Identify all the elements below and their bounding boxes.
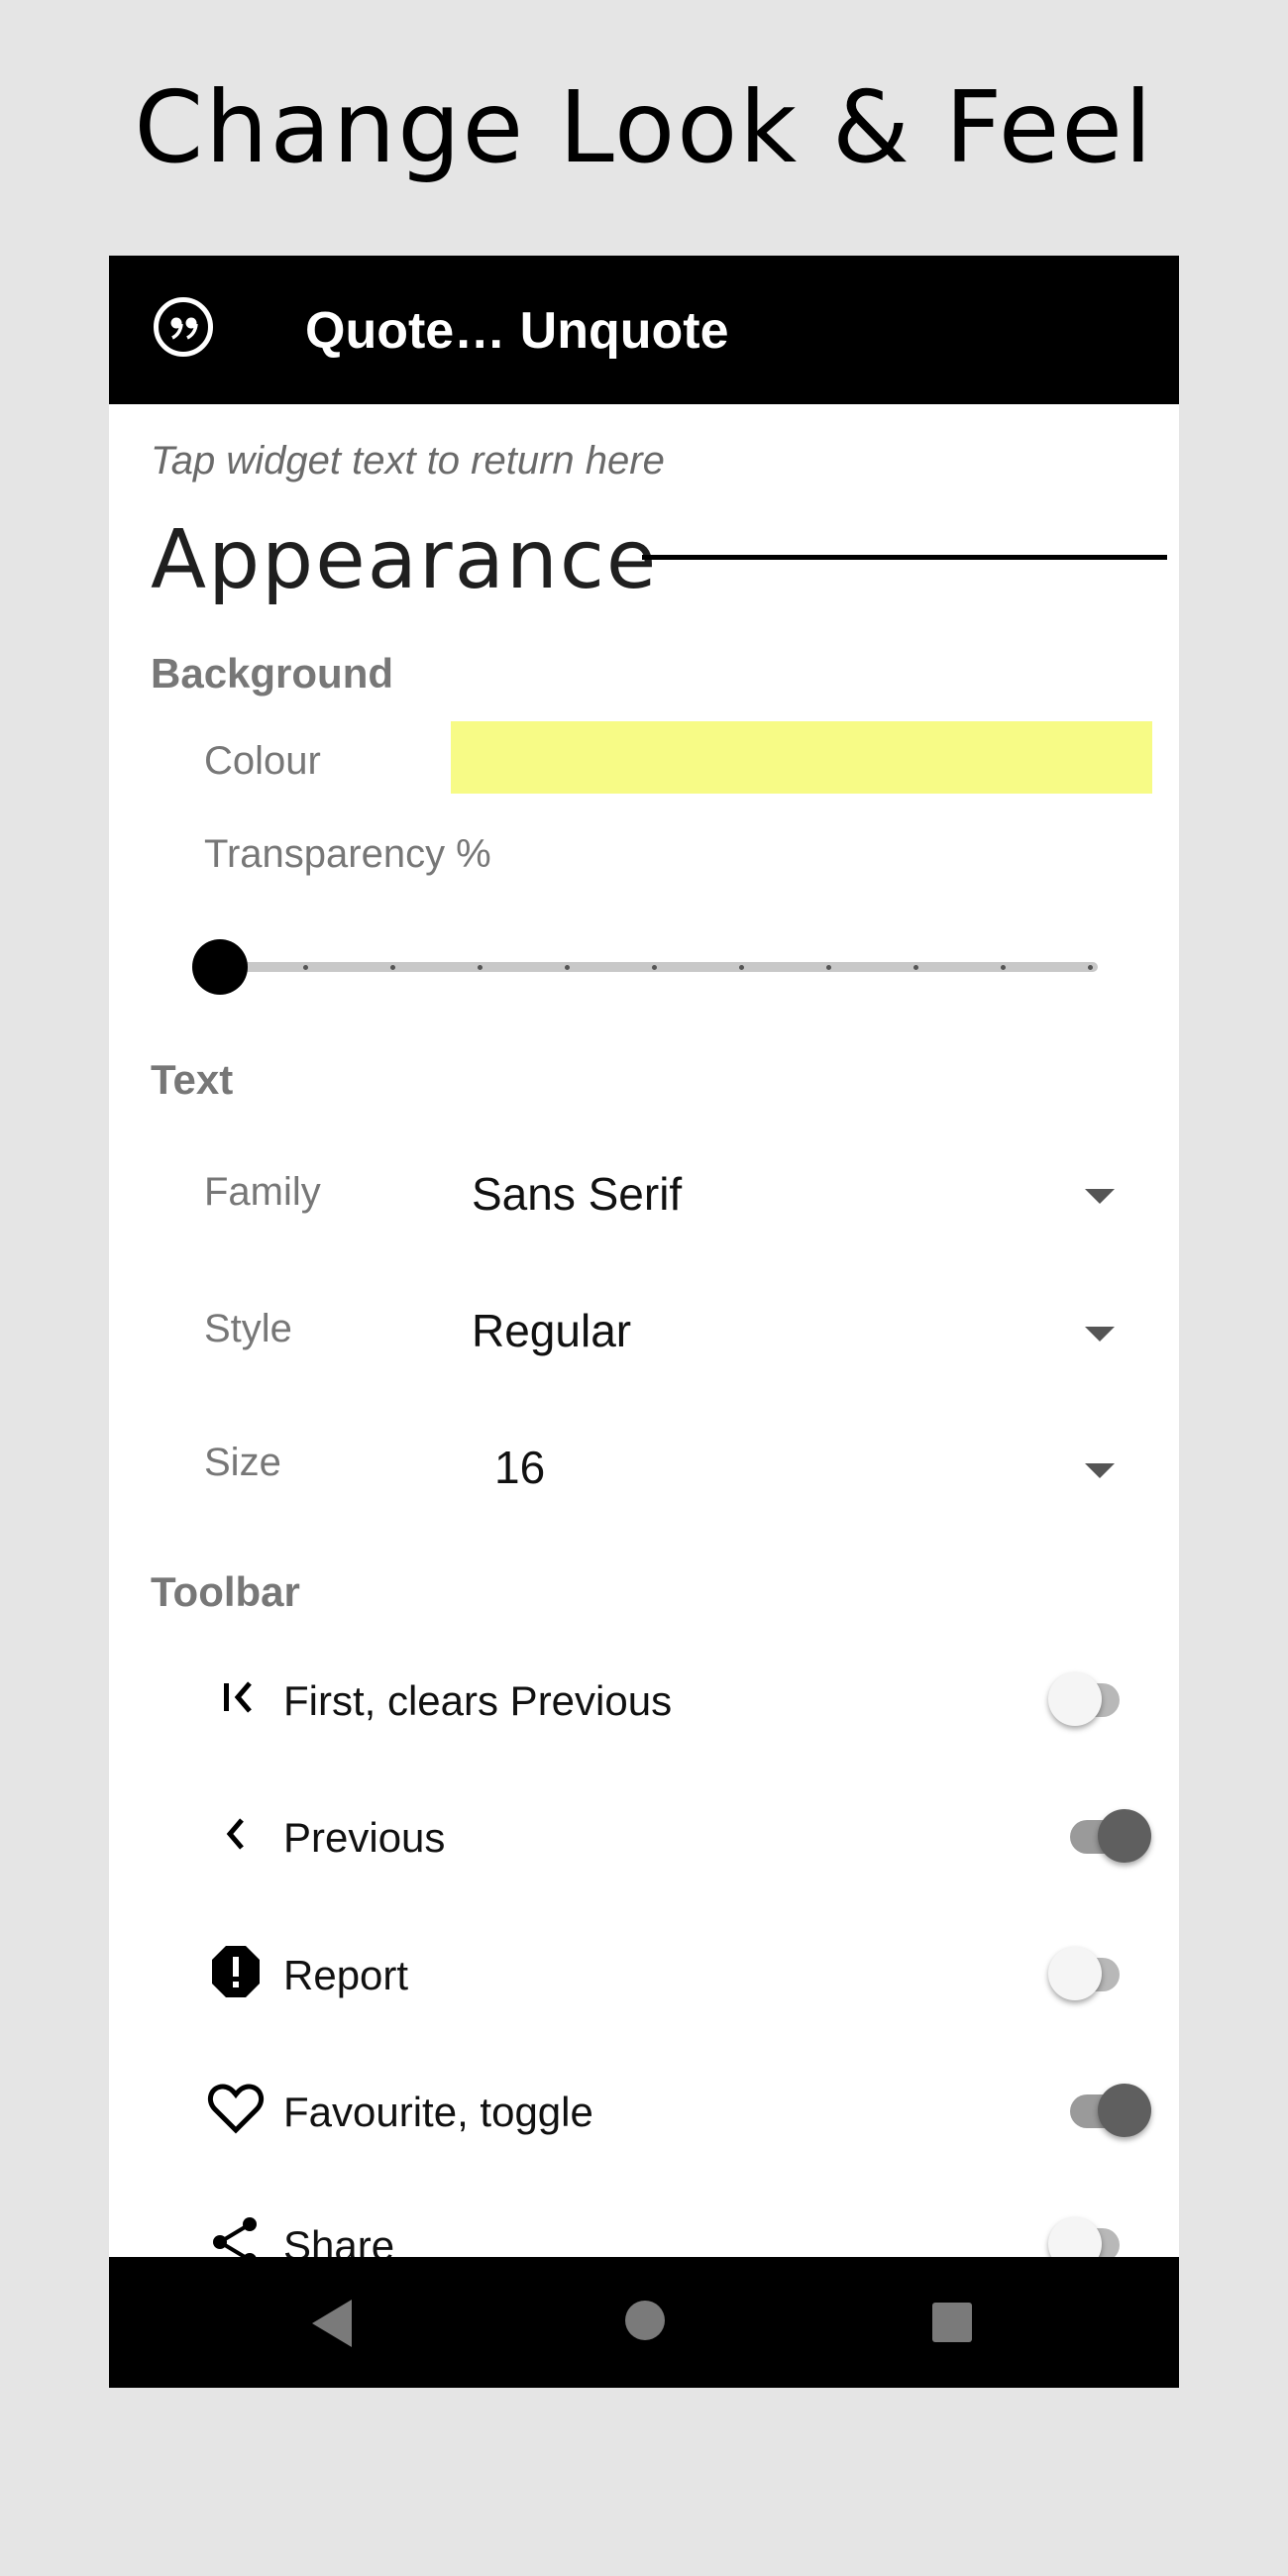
- slider-tick: [1088, 965, 1093, 970]
- family-value: Sans Serif: [472, 1168, 683, 1220]
- system-nav-bar: [109, 2257, 1179, 2388]
- slider-tick: [478, 965, 483, 970]
- app-bar: Quote… Unquote: [109, 256, 1179, 404]
- background-group-label: Background: [151, 650, 394, 697]
- toolbar-item-report[interactable]: Report: [109, 1920, 1179, 2029]
- toggle-knob: [1098, 2084, 1151, 2137]
- hint-text: Tap widget text to return here: [151, 439, 665, 483]
- slider-tick: [303, 965, 308, 970]
- style-select[interactable]: Style Regular: [109, 1276, 1179, 1375]
- family-label: Family: [204, 1170, 321, 1214]
- toolbar-item-favourite[interactable]: Favourite, toggle: [109, 2057, 1179, 2166]
- favourite-toggle[interactable]: [1048, 2078, 1157, 2137]
- first-toggle[interactable]: [1048, 1666, 1157, 1726]
- report-toggle[interactable]: [1048, 1941, 1157, 2000]
- style-value: Regular: [472, 1305, 632, 1356]
- transparency-slider-track[interactable]: [218, 962, 1098, 972]
- toolbar-item-label: Previous: [283, 1814, 446, 1861]
- slider-tick: [652, 965, 657, 970]
- style-label: Style: [204, 1307, 292, 1350]
- section-title: Appearance: [151, 513, 659, 607]
- toolbar-item-label: Favourite, toggle: [283, 2089, 593, 2135]
- toolbar-group-label: Toolbar: [151, 1568, 300, 1615]
- app-title: Quote… Unquote: [305, 302, 729, 360]
- toolbar-item-label: First, clears Previous: [283, 1677, 673, 1724]
- chevron-left-icon: [206, 1804, 266, 1864]
- first-icon: [206, 1667, 266, 1727]
- share-icon: [206, 2212, 266, 2257]
- colour-label: Colour: [204, 739, 321, 783]
- toolbar-item-label: Share: [283, 2222, 395, 2257]
- previous-toggle[interactable]: [1048, 1803, 1157, 1863]
- settings-content[interactable]: Tap widget text to return here Appearanc…: [109, 404, 1179, 2257]
- report-icon: [206, 1942, 266, 2001]
- heart-icon: [206, 2079, 266, 2138]
- transparency-slider-thumb[interactable]: [192, 939, 248, 995]
- back-icon[interactable]: [312, 2300, 352, 2347]
- family-select[interactable]: Family Sans Serif: [109, 1137, 1179, 1236]
- toggle-knob: [1048, 1672, 1102, 1726]
- toggle-knob: [1048, 2217, 1102, 2257]
- size-label: Size: [204, 1441, 281, 1484]
- chevron-down-icon: [1085, 1189, 1115, 1204]
- toggle-knob: [1098, 1809, 1151, 1863]
- slider-tick: [1001, 965, 1006, 970]
- slider-tick: [565, 965, 570, 970]
- size-value: 16: [494, 1442, 546, 1493]
- home-icon[interactable]: [625, 2301, 665, 2340]
- section-divider: [642, 555, 1167, 560]
- chevron-down-icon: [1085, 1327, 1115, 1342]
- slider-tick: [913, 965, 918, 970]
- slider-tick: [739, 965, 744, 970]
- text-group-label: Text: [151, 1056, 234, 1103]
- toolbar-item-label: Report: [283, 1952, 409, 1998]
- quote-icon: [154, 297, 213, 357]
- recents-icon[interactable]: [932, 2303, 972, 2342]
- transparency-label: Transparency %: [204, 832, 491, 876]
- toolbar-item-share[interactable]: Share: [109, 2191, 1179, 2257]
- share-toggle[interactable]: [1048, 2211, 1157, 2257]
- slider-tick: [390, 965, 395, 970]
- chevron-down-icon: [1085, 1463, 1115, 1478]
- slider-tick: [826, 965, 831, 970]
- toggle-knob: [1048, 1947, 1102, 2000]
- toolbar-item-first[interactable]: First, clears Previous: [109, 1646, 1179, 1755]
- toolbar-item-previous[interactable]: Previous: [109, 1782, 1179, 1891]
- colour-swatch[interactable]: [451, 721, 1152, 794]
- page-headline: Change Look & Feel: [134, 69, 1154, 185]
- size-select[interactable]: Size 16: [109, 1411, 1179, 1510]
- phone-screen: Quote… Unquote Tap widget text to return…: [109, 256, 1179, 2388]
